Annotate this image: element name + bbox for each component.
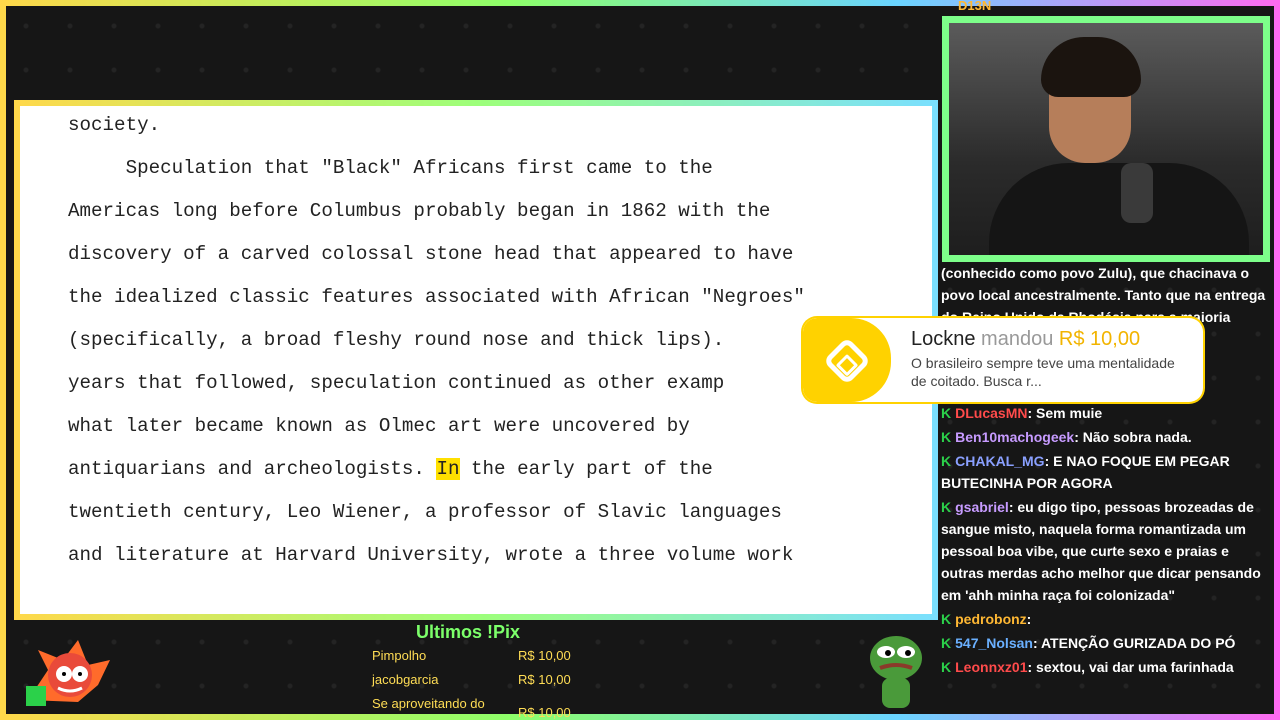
doc-line: antiquarians and archeologists. In the e… (68, 458, 713, 480)
chat-username[interactable]: Leonnxz01 (955, 659, 1027, 675)
chat-username[interactable]: gsabriel (955, 499, 1009, 515)
highlighted-word: In (436, 458, 460, 480)
chat-text: : Sem muie (1027, 405, 1103, 421)
chat-message: Kpedrobonz: (941, 608, 1275, 632)
chat-text: : sextou, vai dar uma farinhada (1027, 659, 1234, 675)
donation-amount: R$ 10,00 (1058, 328, 1141, 350)
pix-logo-icon (803, 318, 891, 402)
doc-line: years that followed, speculation continu… (68, 372, 725, 394)
chat-username[interactable]: Ben10machogeek (955, 429, 1074, 445)
pix-value: R$ 10,00 (518, 705, 571, 720)
kick-badge-icon: K (941, 499, 952, 515)
chat-message: K 547_Nolsan: ATENÇÃO GURIZADA DO PÓ (941, 632, 1275, 656)
pepe-emote-icon (870, 636, 922, 708)
kick-badge-icon: K (941, 429, 952, 445)
streamer-body (989, 163, 1249, 255)
doc-line: Speculation that "Black" Africans first … (68, 157, 713, 179)
document-viewer: society. Speculation that "Black" Africa… (20, 106, 932, 614)
cartoon-avatar-icon (26, 640, 110, 706)
doc-line: the idealized classic features associate… (68, 286, 805, 308)
donation-verb: mandou (975, 328, 1059, 350)
microphone-icon (1121, 163, 1153, 223)
donation-alert: Lockne mandou R$ 10,00 O brasileiro semp… (803, 318, 1203, 402)
kick-badge-icon: K (941, 659, 952, 675)
doc-line: Americas long before Columbus probably b… (68, 200, 771, 222)
doc-line-text: antiquarians and archeologists. (68, 458, 437, 480)
kick-badge-icon: K (941, 453, 952, 469)
chat-username[interactable]: DLucasMN (955, 405, 1027, 421)
pix-name: Se aproveitando do (372, 696, 485, 711)
kick-badge-icon: K (941, 405, 952, 421)
pix-title: Ultimos !Pix (416, 622, 521, 642)
doc-line: (specifically, a broad fleshy round nose… (68, 329, 725, 351)
chat-message: Kgsabriel: eu digo tipo, pessoas brozead… (941, 496, 1275, 608)
doc-line: twentieth century, Leo Wiener, a profess… (68, 501, 782, 523)
chat-message: K Ben10machogeek: Não sobra nada. (941, 426, 1275, 450)
chat-text: : Não sobra nada. (1074, 429, 1192, 445)
pix-name: Pimpolho (372, 648, 427, 663)
donation-user: Lockne (911, 328, 976, 350)
webcam-feed (949, 23, 1263, 255)
donation-header: Lockne mandou R$ 10,00 (911, 328, 1140, 351)
chat-top-partial: D13N (958, 0, 992, 13)
doc-line: society. (68, 114, 161, 136)
chat-text: : ATENÇÃO GURIZADA DO PÓ (1032, 635, 1236, 651)
chat-username[interactable]: 547_Nolsan (955, 635, 1033, 651)
chat-message: K DLucasMN: Sem muie (941, 402, 1275, 426)
chat-text: : (1026, 611, 1032, 627)
donation-message: O brasileiro sempre teve uma mentalidade… (911, 355, 1175, 389)
doc-line-text: the early part of the (459, 458, 713, 480)
pix-value: R$ 10,00 (518, 672, 571, 687)
chat-message: K Leonnxz01: sextou, vai dar uma farinhad… (941, 656, 1275, 680)
chat-message: K CHAKAL_MG: E NAO FOQUE EM PEGAR BUTECIN… (941, 450, 1275, 496)
kick-badge-icon: K (941, 611, 952, 627)
chat-username[interactable]: CHAKAL_MG (955, 453, 1044, 469)
kick-badge-icon: K (941, 635, 952, 651)
pix-name: jacobgarcia (372, 672, 439, 687)
streamer-hair (1041, 37, 1141, 97)
doc-line: what later became known as Olmec art wer… (68, 415, 690, 437)
chat-username[interactable]: pedrobonz (955, 611, 1027, 627)
pix-value: R$ 10,00 (518, 648, 571, 663)
chat-message-list: KKoba_shippai: ta liberado gozaKDLucasMN… (941, 378, 1275, 680)
doc-line: and literature at Harvard University, wr… (68, 544, 794, 566)
doc-line: discovery of a carved colossal stone hea… (68, 243, 794, 265)
